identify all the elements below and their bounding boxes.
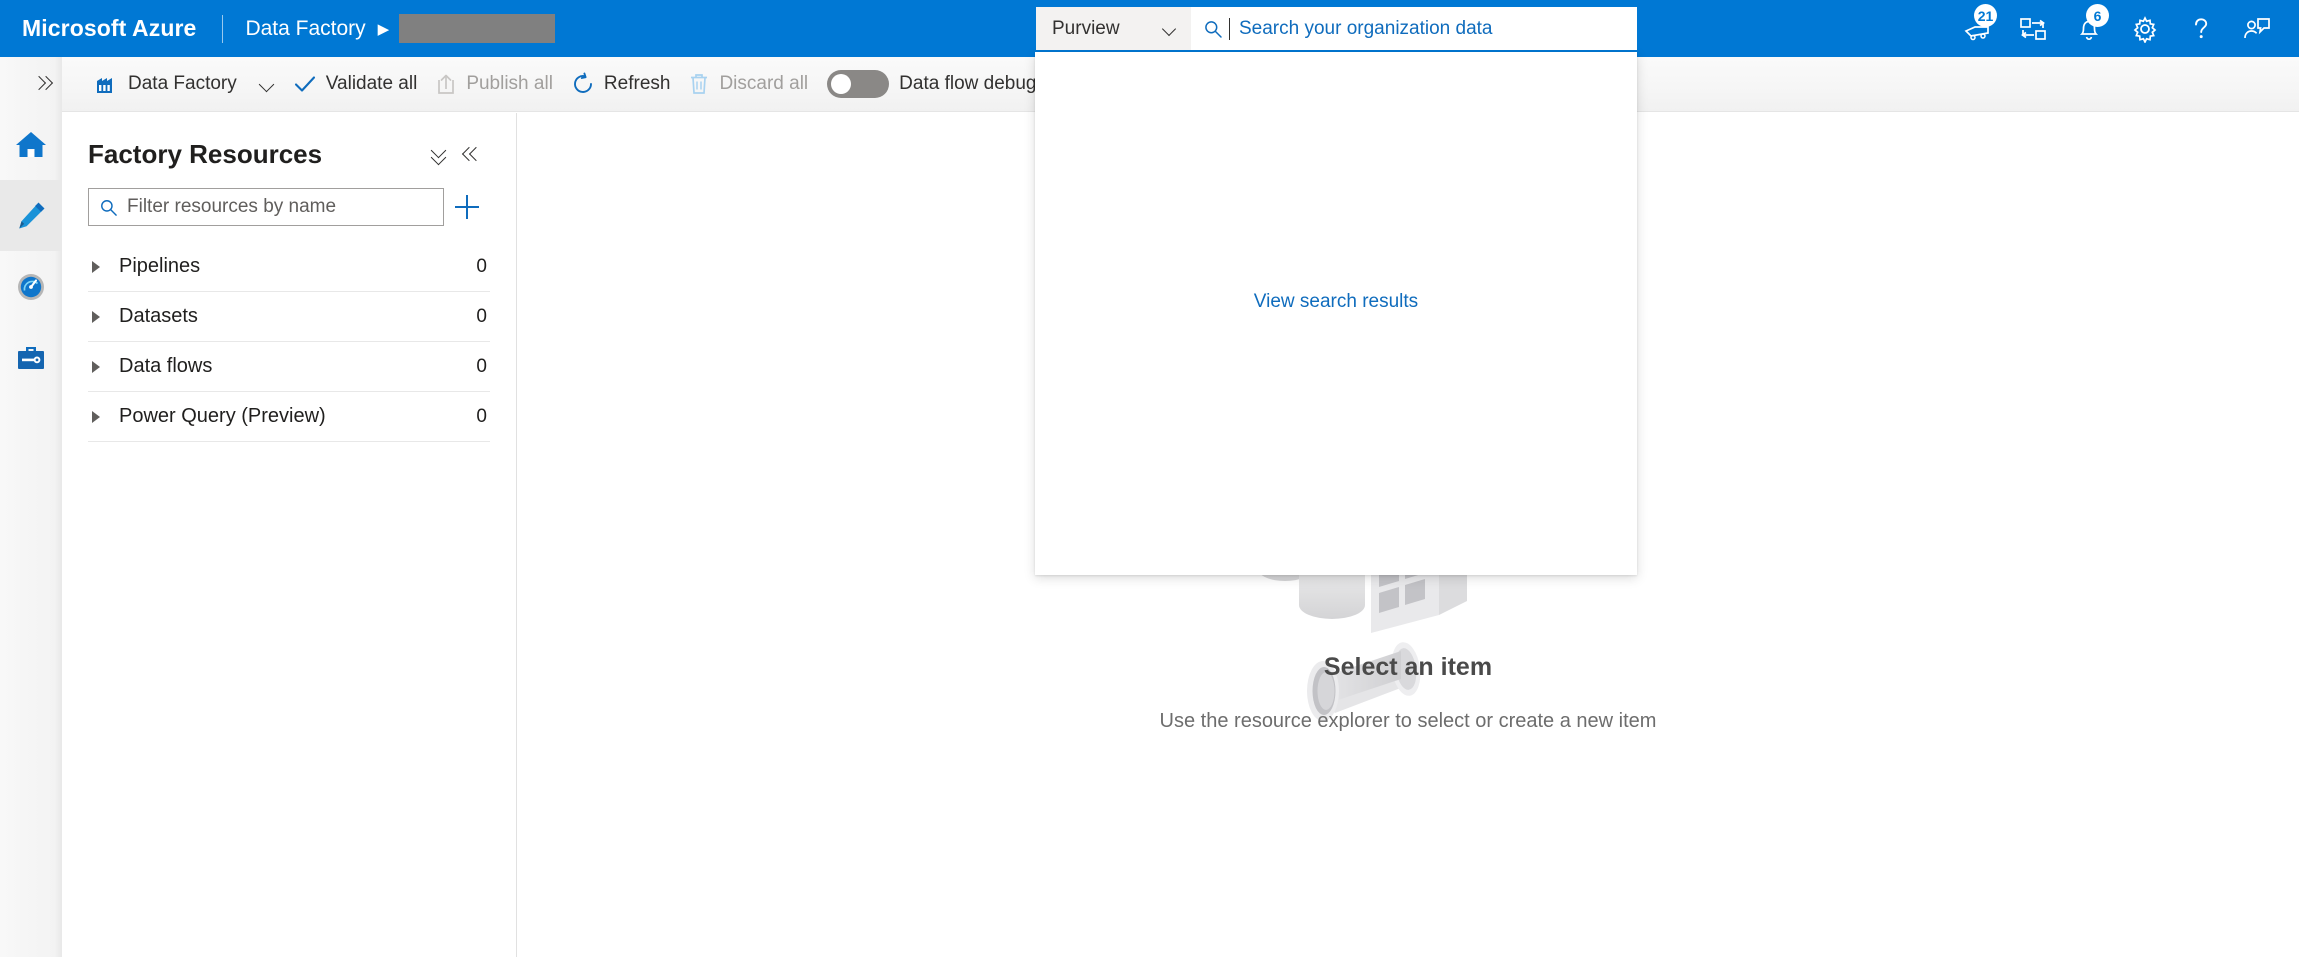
view-search-results-link[interactable]: View search results [1254,291,1418,313]
empty-state: Select an item Use the resource explorer… [517,653,2299,733]
sidebar-item-manage[interactable] [0,322,62,393]
triangle-right-icon [92,310,100,323]
directories-subscriptions-icon[interactable] [2005,0,2061,57]
expand-navigation-button[interactable] [0,57,62,109]
empty-state-subtitle: Use the resource explorer to select or c… [1159,710,1657,732]
triangle-right-icon [92,260,100,273]
plus-icon [455,195,479,219]
azure-brand-link[interactable]: Microsoft Azure [0,15,196,42]
tree-row-count: 0 [476,255,487,277]
header-icon-group: 21 6 [1949,0,2285,57]
data-flow-debug-toggle[interactable] [827,70,890,98]
publish-upload-icon [435,72,457,96]
chevron-down-icon [259,79,275,89]
sidebar-item-home[interactable] [0,109,62,180]
toggle-knob [831,74,852,94]
sidebar-item-monitor[interactable] [0,251,62,322]
filter-resources-input[interactable]: Filter resources by name [88,188,444,226]
search-icon [1205,20,1222,38]
data-factory-dropdown-button[interactable] [250,57,284,111]
breadcrumb: Data Factory ▶ [245,14,556,43]
chevron-double-right-icon [34,76,52,90]
triangle-right-icon [92,410,100,423]
expander-button[interactable] [88,360,114,373]
author-pencil-icon [19,202,45,228]
discard-all-button: Discard all [679,57,817,111]
notifications-badge: 6 [2086,4,2109,27]
data-factory-selector[interactable]: Data Factory [86,57,246,111]
breadcrumb-redacted-name [399,14,556,43]
tree-row-label: Data flows [119,355,213,377]
sidebar-item-author[interactable] [0,180,62,251]
factory-resources-tree: Pipelines 0 Datasets 0 Data flows 0 Powe… [62,226,516,442]
global-search-bar: Purview Search your organization data [1036,7,1637,50]
text-caret [1229,17,1230,40]
data-factory-label: Data Factory [128,73,237,94]
collapse-all-button[interactable] [422,137,456,171]
cloud-shell-badge: 21 [1974,4,1997,27]
factory-resources-header: Factory Resources [62,113,516,171]
expander-button[interactable] [88,310,114,323]
publish-all-label: Publish all [466,73,553,94]
chevron-double-down-icon [430,146,448,163]
cloud-shell-icon[interactable]: 21 [1949,0,2005,57]
page-title: Factory Resources [88,138,323,169]
tree-row-count: 0 [476,405,487,427]
chevron-double-left-icon [464,147,482,161]
tree-row-count: 0 [476,305,487,327]
home-icon [16,131,46,157]
feedback-person-icon[interactable] [2229,0,2285,57]
data-flow-debug-label: Data flow debug [899,73,1037,94]
expander-button[interactable] [88,410,114,423]
refresh-label: Refresh [603,73,671,94]
search-suggestions-panel: View search results [1035,52,1637,575]
search-scope-dropdown[interactable]: Purview [1036,7,1191,50]
tree-row-pipelines[interactable]: Pipelines 0 [88,242,490,292]
triangle-right-icon [92,360,100,373]
factory-resources-panel: Factory Resources Filter resources by na… [62,113,517,957]
breadcrumb-data-factory[interactable]: Data Factory [245,17,365,41]
tree-row-label: Power Query (Preview) [119,405,326,427]
settings-gear-icon[interactable] [2117,0,2173,57]
expander-button[interactable] [88,260,114,273]
add-resource-button[interactable] [444,188,490,226]
breadcrumb-arrow-icon: ▶ [377,20,390,38]
monitor-gauge-icon [18,273,44,300]
tree-row-data-flows[interactable]: Data flows 0 [88,342,490,392]
trash-icon [688,72,710,96]
search-placeholder-text: Search your organization data [1239,17,1493,39]
data-factory-icon [95,72,119,96]
left-navigation-rail [0,57,62,957]
notifications-bell-icon[interactable]: 6 [2061,0,2117,57]
validate-all-button[interactable]: Validate all [284,57,427,111]
chevron-down-icon [1163,24,1178,33]
filter-row: Filter resources by name [62,171,516,226]
filter-placeholder-text: Filter resources by name [127,196,337,217]
header-divider [222,14,224,43]
checkmark-icon [293,74,317,94]
search-icon [101,199,117,216]
validate-all-label: Validate all [325,73,418,94]
discard-all-label: Discard all [719,73,809,94]
tree-row-datasets[interactable]: Datasets 0 [88,292,490,342]
refresh-button[interactable]: Refresh [562,57,680,111]
refresh-icon [571,72,595,96]
tree-row-label: Pipelines [119,255,201,277]
help-question-icon[interactable] [2173,0,2229,57]
hide-panel-button[interactable] [456,137,490,171]
empty-state-title: Select an item [1323,653,1493,681]
search-scope-label: Purview [1052,17,1120,39]
manage-toolbox-icon [18,346,44,369]
tree-row-power-query[interactable]: Power Query (Preview) 0 [88,392,490,442]
search-input[interactable]: Search your organization data [1191,7,1637,50]
tree-row-label: Datasets [119,305,198,327]
tree-row-count: 0 [476,355,487,377]
publish-all-button: Publish all [426,57,562,111]
